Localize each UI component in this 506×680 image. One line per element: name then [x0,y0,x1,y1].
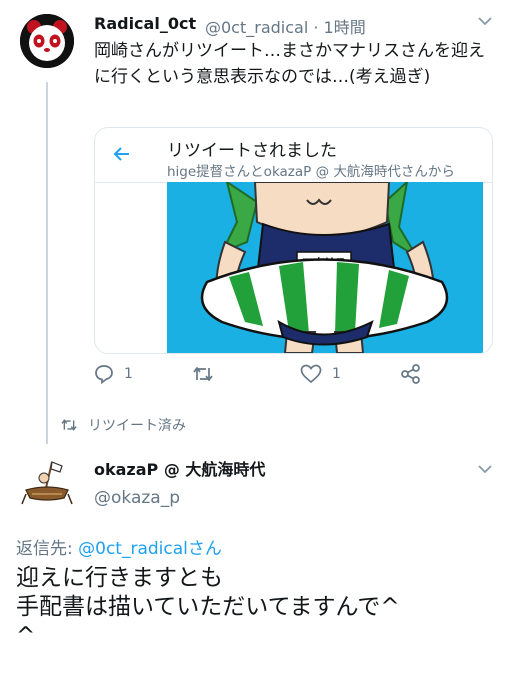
chevron-down-icon[interactable] [478,14,492,30]
reply-context: 返信先: @0ct_radicalさん [16,534,222,559]
like-button[interactable]: 1 [300,364,341,384]
thread-line [46,82,48,444]
quote-card-subtitle: hige提督さんとokazaP @ 大航海時代さんから [167,164,455,180]
quote-card-image[interactable]: マナリス [167,182,483,353]
like-count: 1 [332,366,341,382]
handle[interactable]: @okaza_p [94,488,180,508]
like-icon [300,364,322,384]
retweet-button[interactable] [192,364,224,384]
retweet-icon [61,419,77,431]
back-arrow-icon[interactable] [113,144,131,168]
reply-icon [95,365,113,384]
reply-target-link[interactable]: @0ct_radicalさん [78,539,222,559]
tweet-text-line: 手配書は描いていただいてますんで^ [16,594,400,620]
avatar-radical[interactable] [20,14,74,68]
retweeted-indicator: リツイート済み [60,415,186,435]
display-name[interactable]: Radical_0ct [94,14,196,33]
tweet-text: 岡崎さんがリツイート…まさかマナリスさんを迎えに行くという意思表示なのでは…(考… [94,41,485,87]
avatar-okazap[interactable] [20,458,74,512]
share-button[interactable] [400,364,432,384]
retweet-icon [193,366,213,382]
character-illustration: マナリス [167,182,483,353]
quote-card-title: リツイートされました [167,141,337,161]
reply-prefix: 返信先: [16,539,79,559]
display-name[interactable]: okazaP @ 大航海時代 [94,456,265,480]
tweet-text-line: 迎えに行きますとも [16,565,223,591]
reply-count: 1 [124,366,133,382]
handle-timestamp: @0ct_radical · 1時間 [205,18,366,37]
panda-avatar-image [20,14,74,68]
quote-card[interactable]: リツイートされました hige提督さんとokazaP @ 大航海時代さんから マ… [94,127,493,354]
reply-button[interactable]: 1 [94,364,133,384]
share-icon [401,364,420,384]
ship-avatar-image [20,458,74,512]
chevron-down-icon[interactable] [478,462,492,478]
tweet-text: 迎えに行きますとも 手配書は描いていただいてますんで^ ^ [16,564,500,651]
tweet-text-line: ^ [16,623,36,649]
tweet-actions: 1 1 [94,364,434,390]
retweeted-label: リツイート済み [88,418,186,434]
